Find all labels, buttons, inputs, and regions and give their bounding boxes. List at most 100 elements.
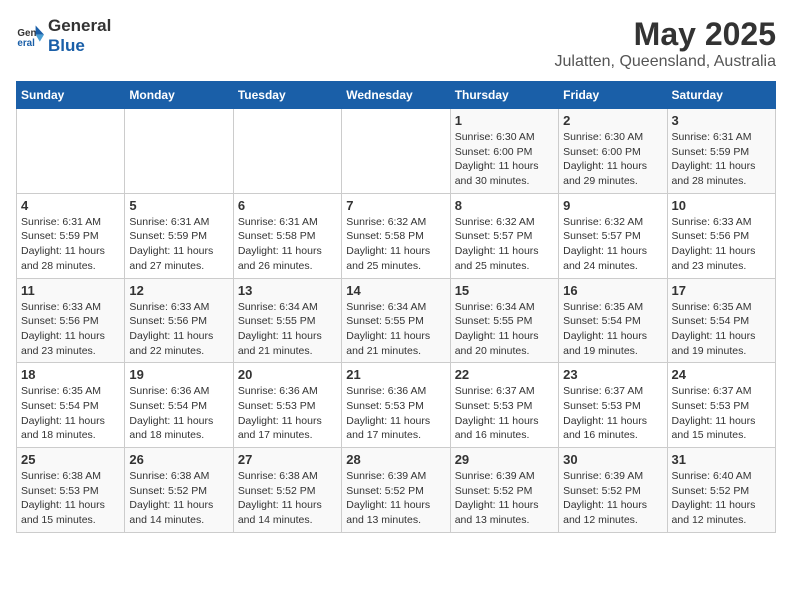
day-info: Sunrise: 6:30 AM Sunset: 6:00 PM Dayligh… — [455, 130, 554, 189]
day-info: Sunrise: 6:35 AM Sunset: 5:54 PM Dayligh… — [672, 300, 771, 359]
day-info: Sunrise: 6:32 AM Sunset: 5:57 PM Dayligh… — [455, 215, 554, 274]
day-number: 11 — [21, 283, 120, 298]
calendar-cell: 6 Sunrise: 6:31 AM Sunset: 5:58 PM Daylig… — [233, 193, 341, 278]
day-of-week-header: Friday — [559, 82, 667, 109]
calendar-cell: 19 Sunrise: 6:36 AM Sunset: 5:54 PM Dayli… — [125, 363, 233, 448]
day-info: Sunrise: 6:36 AM Sunset: 5:54 PM Dayligh… — [129, 384, 228, 443]
day-info: Sunrise: 6:36 AM Sunset: 5:53 PM Dayligh… — [238, 384, 337, 443]
calendar-cell — [17, 109, 125, 194]
day-info: Sunrise: 6:39 AM Sunset: 5:52 PM Dayligh… — [455, 469, 554, 528]
logo-general: General — [48, 16, 111, 35]
day-number: 18 — [21, 367, 120, 382]
day-of-week-header: Wednesday — [342, 82, 450, 109]
calendar-header-row: SundayMondayTuesdayWednesdayThursdayFrid… — [17, 82, 776, 109]
calendar-cell: 29Sunrise: 6:39 AM Sunset: 5:52 PM Dayli… — [450, 448, 558, 533]
day-of-week-header: Monday — [125, 82, 233, 109]
day-of-week-header: Saturday — [667, 82, 775, 109]
day-number: 28 — [346, 452, 445, 467]
day-of-week-header: Sunday — [17, 82, 125, 109]
day-info: Sunrise: 6:31 AM Sunset: 5:59 PM Dayligh… — [129, 215, 228, 274]
calendar-cell: 15 Sunrise: 6:34 AM Sunset: 5:55 PM Dayli… — [450, 278, 558, 363]
day-number: 6 — [238, 198, 337, 213]
calendar-cell: 21 Sunrise: 6:36 AM Sunset: 5:53 PM Dayli… — [342, 363, 450, 448]
calendar-cell: 10 Sunrise: 6:33 AM Sunset: 5:56 PM Dayli… — [667, 193, 775, 278]
calendar-cell: 30Sunrise: 6:39 AM Sunset: 5:52 PM Dayli… — [559, 448, 667, 533]
logo-blue: Blue — [48, 36, 85, 55]
calendar-cell: 14 Sunrise: 6:34 AM Sunset: 5:55 PM Dayli… — [342, 278, 450, 363]
day-number: 12 — [129, 283, 228, 298]
calendar-cell: 25 Sunrise: 6:38 AM Sunset: 5:53 PM Dayli… — [17, 448, 125, 533]
calendar-cell: 8 Sunrise: 6:32 AM Sunset: 5:57 PM Daylig… — [450, 193, 558, 278]
calendar-cell: 16 Sunrise: 6:35 AM Sunset: 5:54 PM Dayli… — [559, 278, 667, 363]
day-number: 8 — [455, 198, 554, 213]
day-number: 25 — [21, 452, 120, 467]
day-number: 27 — [238, 452, 337, 467]
day-number: 4 — [21, 198, 120, 213]
day-number: 14 — [346, 283, 445, 298]
day-info: Sunrise: 6:38 AM Sunset: 5:53 PM Dayligh… — [21, 469, 120, 528]
generalblue-logo-icon: Gen eral — [16, 22, 44, 50]
day-info: Sunrise: 6:39 AM Sunset: 5:52 PM Dayligh… — [346, 469, 445, 528]
calendar-cell: 7 Sunrise: 6:32 AM Sunset: 5:58 PM Daylig… — [342, 193, 450, 278]
calendar-cell: 13 Sunrise: 6:34 AM Sunset: 5:55 PM Dayli… — [233, 278, 341, 363]
calendar-cell: 1 Sunrise: 6:30 AM Sunset: 6:00 PM Daylig… — [450, 109, 558, 194]
calendar-cell: 3Sunrise: 6:31 AM Sunset: 5:59 PM Daylig… — [667, 109, 775, 194]
day-number: 19 — [129, 367, 228, 382]
logo-text: General Blue — [48, 16, 111, 56]
calendar-cell: 11 Sunrise: 6:33 AM Sunset: 5:56 PM Dayli… — [17, 278, 125, 363]
calendar-week-row: 18 Sunrise: 6:35 AM Sunset: 5:54 PM Dayli… — [17, 363, 776, 448]
day-info: Sunrise: 6:38 AM Sunset: 5:52 PM Dayligh… — [129, 469, 228, 528]
day-number: 31 — [672, 452, 771, 467]
calendar-cell: 12 Sunrise: 6:33 AM Sunset: 5:56 PM Dayli… — [125, 278, 233, 363]
day-info: Sunrise: 6:31 AM Sunset: 5:59 PM Dayligh… — [21, 215, 120, 274]
day-info: Sunrise: 6:40 AM Sunset: 5:52 PM Dayligh… — [672, 469, 771, 528]
day-number: 9 — [563, 198, 662, 213]
day-number: 7 — [346, 198, 445, 213]
day-info: Sunrise: 6:34 AM Sunset: 5:55 PM Dayligh… — [455, 300, 554, 359]
day-number: 1 — [455, 113, 554, 128]
calendar-cell: 20 Sunrise: 6:36 AM Sunset: 5:53 PM Dayli… — [233, 363, 341, 448]
day-info: Sunrise: 6:34 AM Sunset: 5:55 PM Dayligh… — [346, 300, 445, 359]
calendar-week-row: 1 Sunrise: 6:30 AM Sunset: 6:00 PM Daylig… — [17, 109, 776, 194]
day-info: Sunrise: 6:36 AM Sunset: 5:53 PM Dayligh… — [346, 384, 445, 443]
day-number: 20 — [238, 367, 337, 382]
calendar-cell: 17Sunrise: 6:35 AM Sunset: 5:54 PM Dayli… — [667, 278, 775, 363]
day-info: Sunrise: 6:35 AM Sunset: 5:54 PM Dayligh… — [21, 384, 120, 443]
day-info: Sunrise: 6:32 AM Sunset: 5:58 PM Dayligh… — [346, 215, 445, 274]
month-title: May 2025 — [555, 16, 776, 53]
day-number: 21 — [346, 367, 445, 382]
calendar-cell: 27 Sunrise: 6:38 AM Sunset: 5:52 PM Dayli… — [233, 448, 341, 533]
day-info: Sunrise: 6:39 AM Sunset: 5:52 PM Dayligh… — [563, 469, 662, 528]
day-info: Sunrise: 6:30 AM Sunset: 6:00 PM Dayligh… — [563, 130, 662, 189]
title-section: May 2025 Julatten, Queensland, Australia — [555, 16, 776, 71]
calendar-cell: 22 Sunrise: 6:37 AM Sunset: 5:53 PM Dayli… — [450, 363, 558, 448]
day-info: Sunrise: 6:37 AM Sunset: 5:53 PM Dayligh… — [563, 384, 662, 443]
logo: Gen eral General Blue — [16, 16, 111, 56]
day-info: Sunrise: 6:33 AM Sunset: 5:56 PM Dayligh… — [672, 215, 771, 274]
day-info: Sunrise: 6:37 AM Sunset: 5:53 PM Dayligh… — [455, 384, 554, 443]
calendar-cell: 28 Sunrise: 6:39 AM Sunset: 5:52 PM Dayli… — [342, 448, 450, 533]
day-number: 3 — [672, 113, 771, 128]
day-number: 16 — [563, 283, 662, 298]
calendar-cell: 24Sunrise: 6:37 AM Sunset: 5:53 PM Dayli… — [667, 363, 775, 448]
day-info: Sunrise: 6:34 AM Sunset: 5:55 PM Dayligh… — [238, 300, 337, 359]
day-info: Sunrise: 6:35 AM Sunset: 5:54 PM Dayligh… — [563, 300, 662, 359]
calendar-cell: 26Sunrise: 6:38 AM Sunset: 5:52 PM Dayli… — [125, 448, 233, 533]
day-info: Sunrise: 6:33 AM Sunset: 5:56 PM Dayligh… — [129, 300, 228, 359]
day-info: Sunrise: 6:33 AM Sunset: 5:56 PM Dayligh… — [21, 300, 120, 359]
day-number: 13 — [238, 283, 337, 298]
day-info: Sunrise: 6:31 AM Sunset: 5:58 PM Dayligh… — [238, 215, 337, 274]
calendar-table: SundayMondayTuesdayWednesdayThursdayFrid… — [16, 81, 776, 533]
day-number: 15 — [455, 283, 554, 298]
calendar-cell — [342, 109, 450, 194]
calendar-cell: 31 Sunrise: 6:40 AM Sunset: 5:52 PM Dayli… — [667, 448, 775, 533]
calendar-cell — [233, 109, 341, 194]
day-number: 5 — [129, 198, 228, 213]
day-number: 2 — [563, 113, 662, 128]
day-number: 22 — [455, 367, 554, 382]
day-number: 10 — [672, 198, 771, 213]
day-info: Sunrise: 6:38 AM Sunset: 5:52 PM Dayligh… — [238, 469, 337, 528]
calendar-cell: 9Sunrise: 6:32 AM Sunset: 5:57 PM Daylig… — [559, 193, 667, 278]
day-number: 24 — [672, 367, 771, 382]
calendar-cell: 2 Sunrise: 6:30 AM Sunset: 6:00 PM Daylig… — [559, 109, 667, 194]
